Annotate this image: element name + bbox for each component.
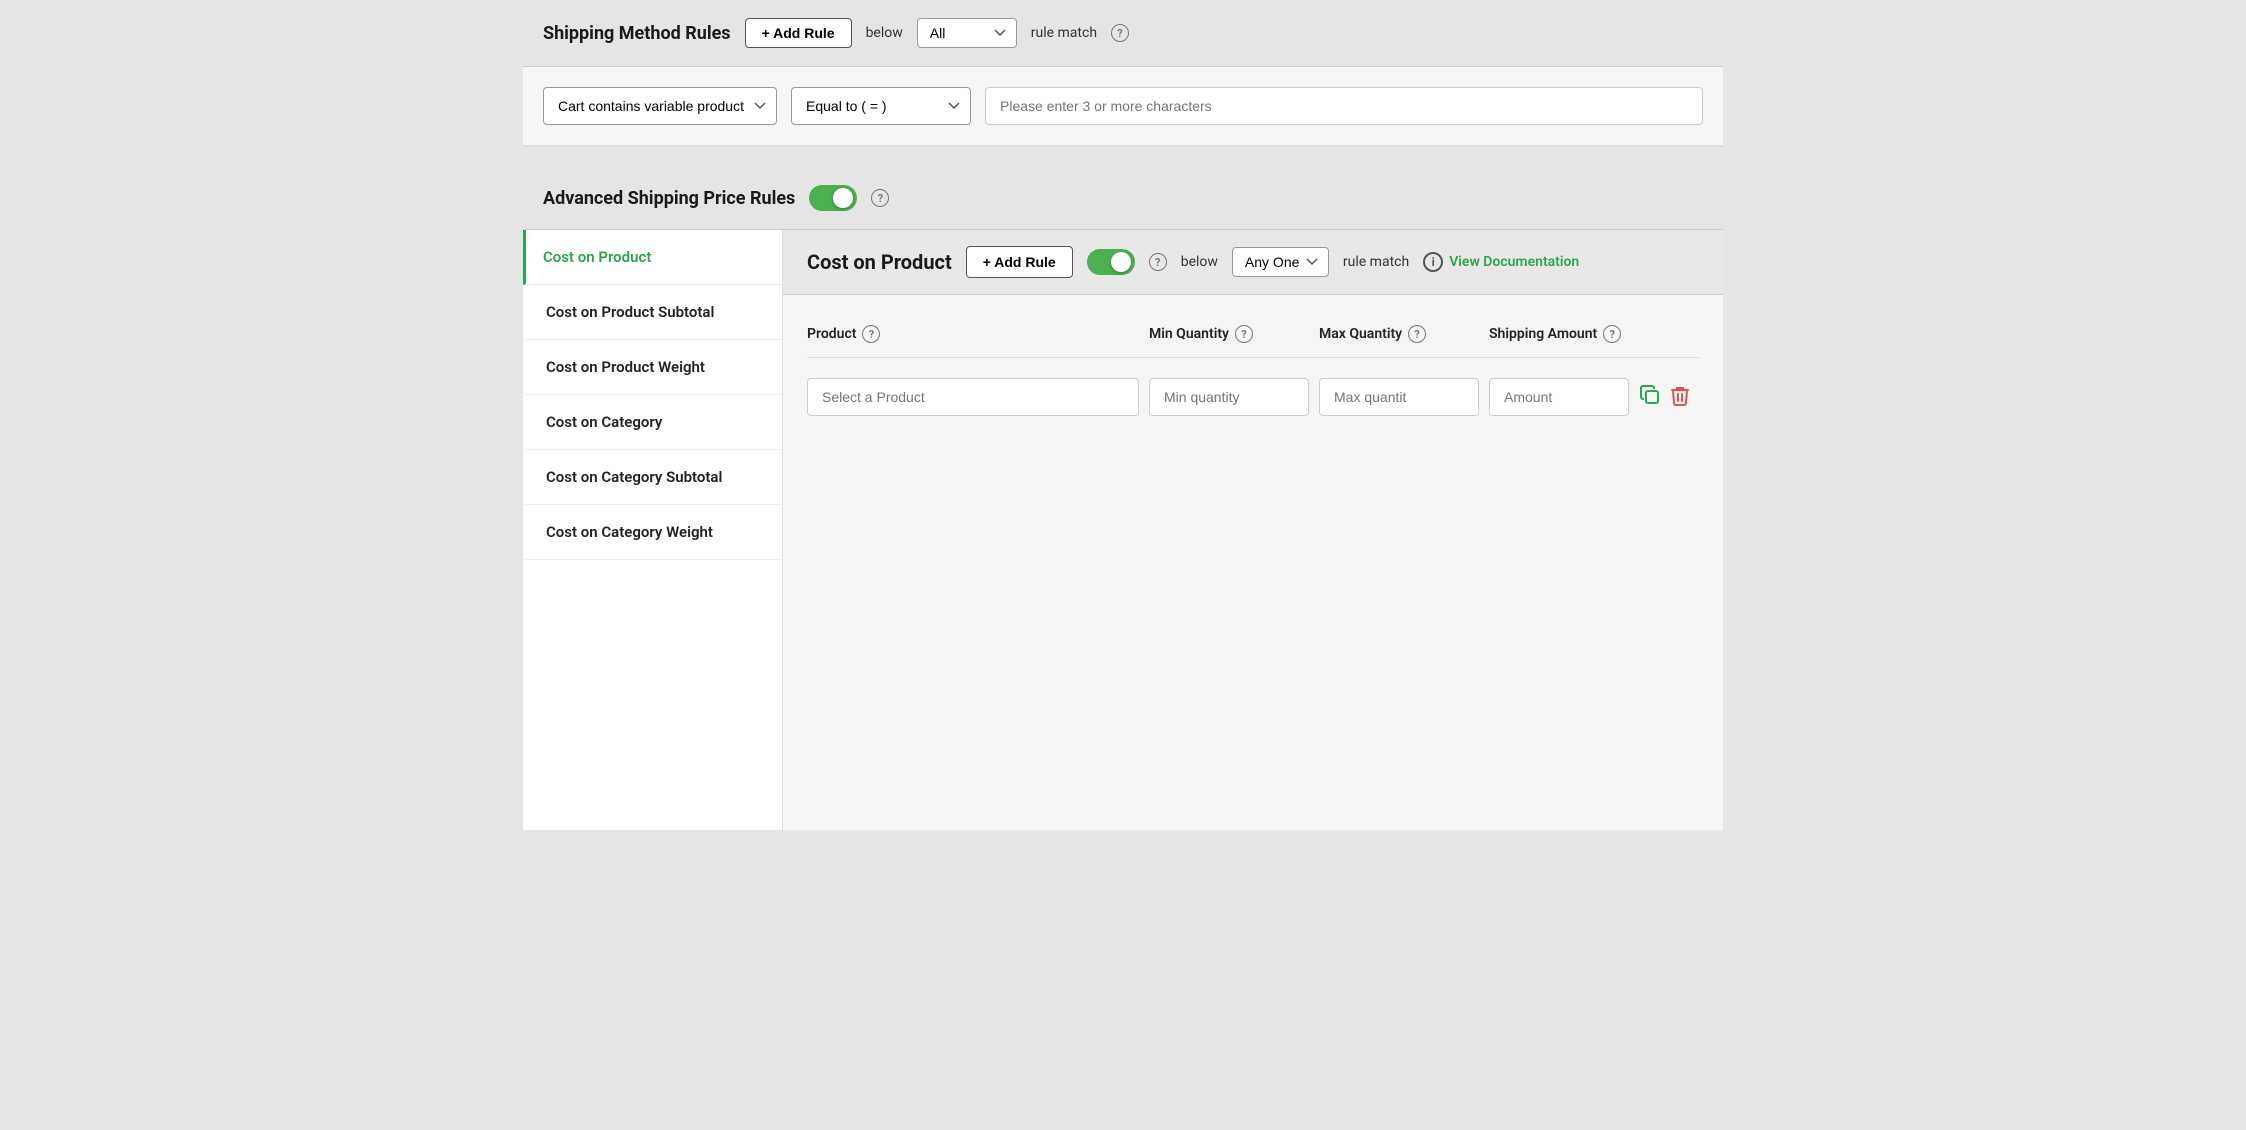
table-area: Product ? Min Quantity ? Max Quantity ? … <box>783 295 1723 444</box>
copy-row-icon[interactable] <box>1639 384 1661 411</box>
cost-on-product-toggle-slider <box>1087 249 1135 275</box>
shipping-amount-col-help-icon[interactable]: ? <box>1603 325 1621 343</box>
operator-select[interactable]: Equal to ( = ) Not equal to ( != ) Great… <box>791 87 971 125</box>
shipping-below-label: below <box>866 25 903 41</box>
min-quantity-input[interactable] <box>1149 378 1309 416</box>
cost-on-product-rule-match-label: rule match <box>1343 254 1409 270</box>
main-panel: Cost on Product + Add Rule ? below Any O… <box>783 230 1723 830</box>
advanced-shipping-title: Advanced Shipping Price Rules <box>543 188 795 209</box>
col-header-min-quantity: Min Quantity ? <box>1149 325 1309 343</box>
table-row <box>807 370 1699 424</box>
sidebar-item-cost-on-product[interactable]: Cost on Product <box>523 230 782 285</box>
col-header-shipping-amount: Shipping Amount ? <box>1489 325 1629 343</box>
shipping-help-icon[interactable]: ? <box>1111 24 1129 42</box>
product-col-help-icon[interactable]: ? <box>862 325 880 343</box>
product-input[interactable] <box>807 378 1139 416</box>
shipping-add-rule-button[interactable]: + Add Rule <box>745 18 852 48</box>
cost-on-product-toggle[interactable] <box>1087 249 1135 275</box>
condition-select[interactable]: Cart contains variable product Cart subt… <box>543 87 777 125</box>
sidebar-item-cost-on-category-subtotal[interactable]: Cost on Category Subtotal <box>523 450 782 505</box>
amount-input[interactable] <box>1489 378 1629 416</box>
col-header-product: Product ? <box>807 325 1139 343</box>
cost-on-product-below-label: below <box>1181 254 1218 270</box>
min-qty-col-help-icon[interactable]: ? <box>1235 325 1253 343</box>
table-header-row: Product ? Min Quantity ? Max Quantity ? … <box>807 315 1699 358</box>
value-input[interactable] <box>985 87 1703 125</box>
sidebar-item-cost-on-category[interactable]: Cost on Category <box>523 395 782 450</box>
sidebar-item-cost-on-category-weight[interactable]: Cost on Category Weight <box>523 505 782 560</box>
cost-on-product-header: Cost on Product + Add Rule ? below Any O… <box>783 230 1723 295</box>
toggle-slider <box>809 185 857 211</box>
advanced-shipping-help-icon[interactable]: ? <box>871 189 889 207</box>
shipping-rule-match-label: rule match <box>1031 25 1097 41</box>
max-quantity-input[interactable] <box>1319 378 1479 416</box>
sidebar: Cost on Product Cost on Product Subtotal… <box>523 230 783 830</box>
page-wrapper: Shipping Method Rules + Add Rule below A… <box>523 0 1723 830</box>
advanced-shipping-toggle[interactable] <box>809 185 857 211</box>
col-header-max-quantity: Max Quantity ? <box>1319 325 1479 343</box>
delete-row-icon[interactable] <box>1669 384 1691 411</box>
advanced-shipping-header: Advanced Shipping Price Rules ? <box>523 167 1723 230</box>
shipping-match-select[interactable]: All Any One <box>917 18 1017 48</box>
row-action-icons <box>1639 384 1699 411</box>
cost-on-product-add-rule-button[interactable]: + Add Rule <box>966 246 1073 278</box>
main-content: Cost on Product Cost on Product Subtotal… <box>523 230 1723 830</box>
cost-on-product-help-icon[interactable]: ? <box>1149 253 1167 271</box>
sidebar-item-cost-on-product-subtotal[interactable]: Cost on Product Subtotal <box>523 285 782 340</box>
max-qty-col-help-icon[interactable]: ? <box>1408 325 1426 343</box>
cost-on-product-match-select[interactable]: Any One All <box>1232 247 1329 277</box>
shipping-method-rules-title: Shipping Method Rules <box>543 23 731 44</box>
spacer <box>523 151 1723 167</box>
view-documentation-link[interactable]: i View Documentation <box>1423 252 1579 272</box>
shipping-method-rules-section: Shipping Method Rules + Add Rule below A… <box>523 0 1723 67</box>
cost-on-product-title: Cost on Product <box>807 250 952 274</box>
shipping-rule-row: Cart contains variable product Cart subt… <box>523 67 1723 147</box>
info-icon: i <box>1423 252 1443 272</box>
sidebar-item-cost-on-product-weight[interactable]: Cost on Product Weight <box>523 340 782 395</box>
